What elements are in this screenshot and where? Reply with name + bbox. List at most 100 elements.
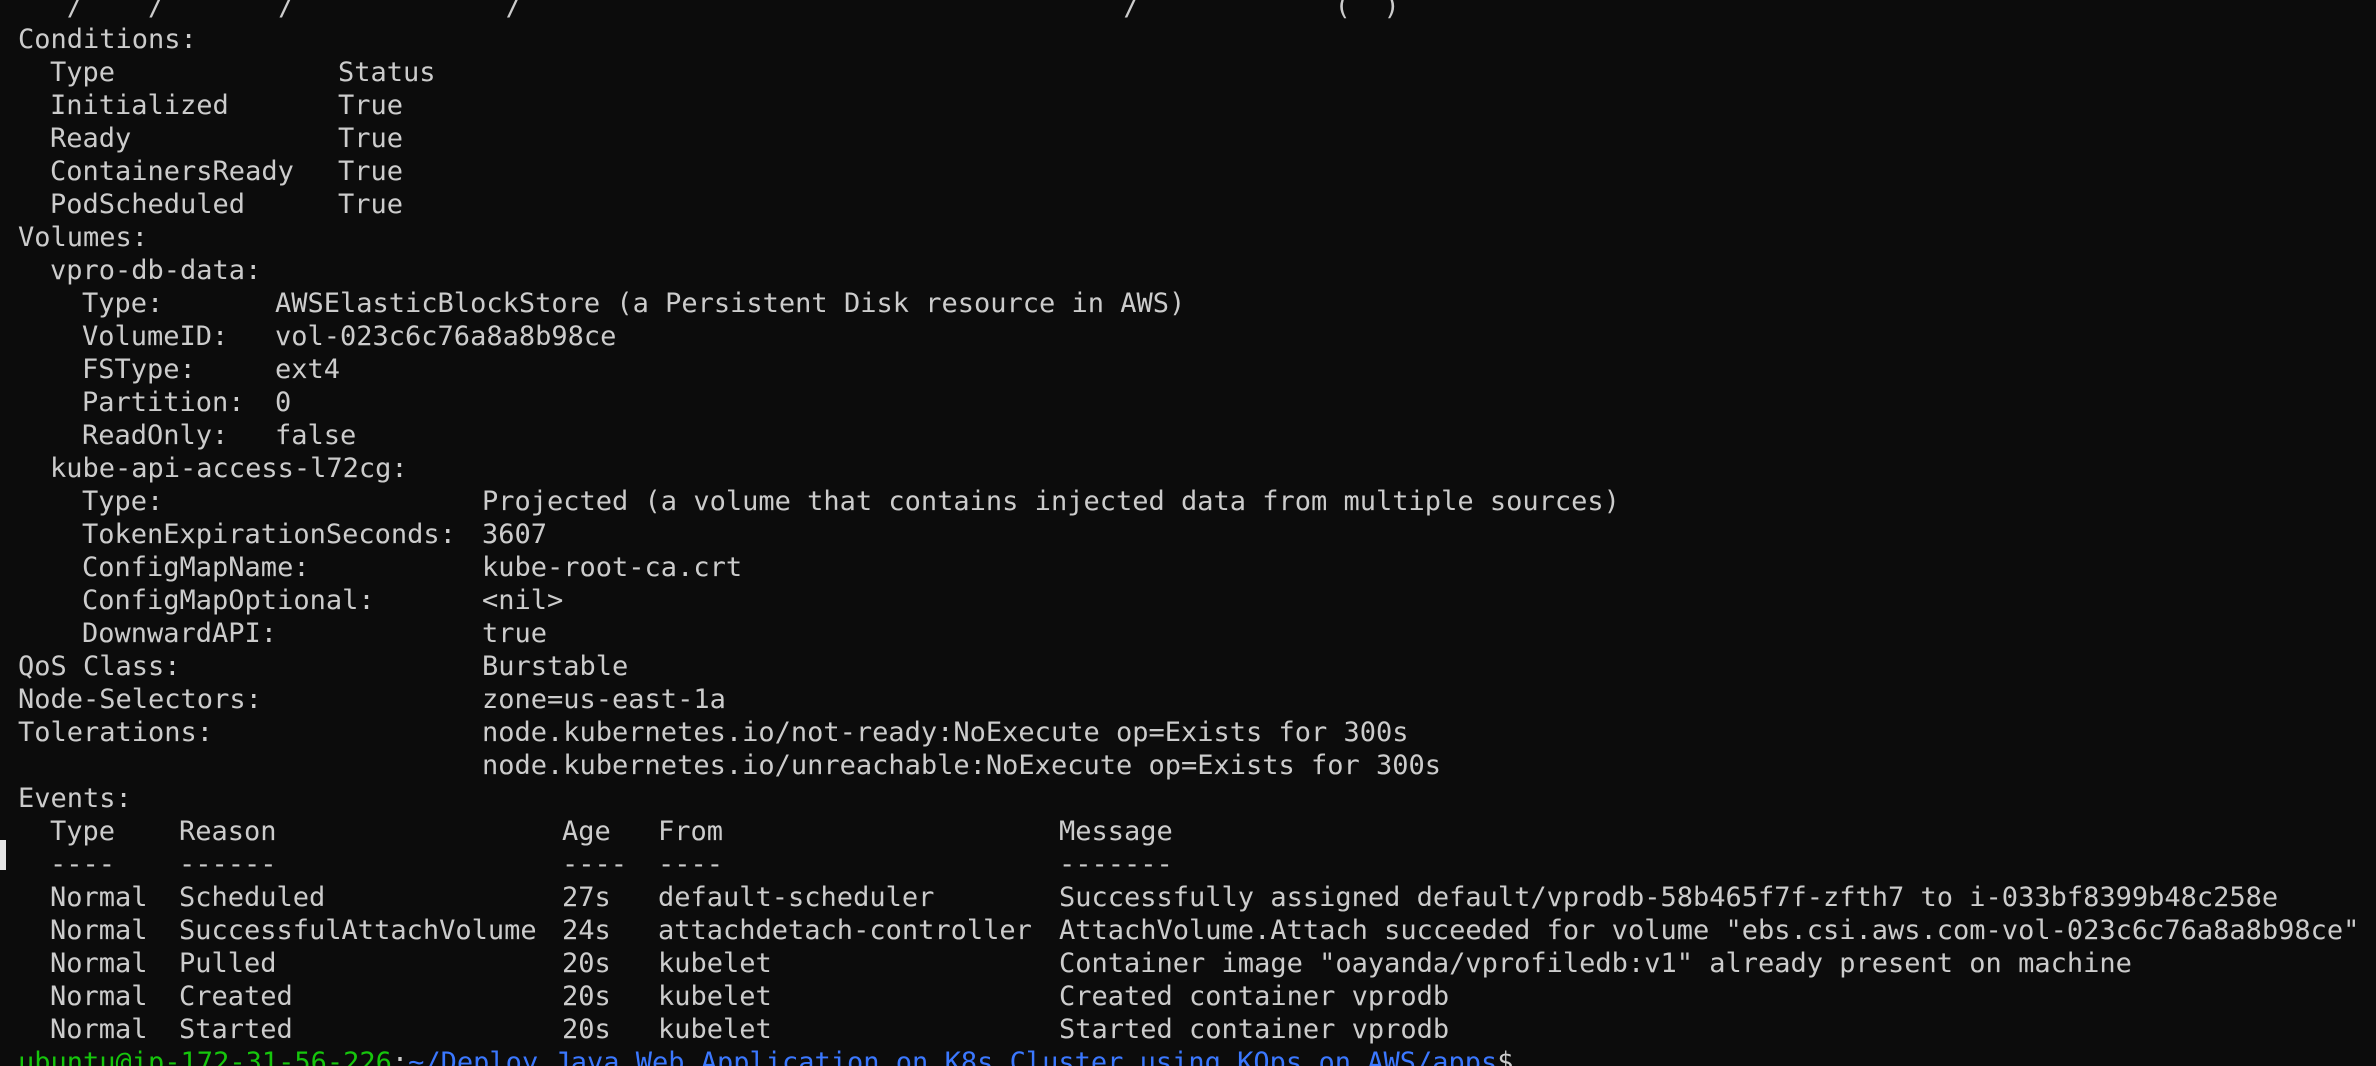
node-selectors-line: Node-Selectors: zone=us-east-1a: [18, 683, 2368, 716]
underline-message: -------: [1059, 849, 1173, 880]
node-selectors-value: zone=us-east-1a: [482, 684, 726, 715]
volume-field: Type: Projected (a volume that contains …: [18, 485, 2368, 518]
condition-row: ContainersReady True: [18, 155, 2368, 188]
volume-field-value: <nil>: [482, 585, 564, 616]
volume-name-text: vpro-db-data:: [50, 255, 262, 286]
volume-field-value: vol-023c6c76a8a8b98ce: [275, 321, 617, 352]
event-row: Normal Scheduled 27s default-scheduler S…: [18, 881, 2368, 914]
volume-field-value: AWSElasticBlockStore (a Persistent Disk …: [275, 288, 1186, 319]
event-reason: SuccessfulAttachVolume: [179, 915, 537, 946]
event-message: Successfully assigned default/vprodb-58b…: [1059, 882, 2279, 913]
events-header-row: Type Reason Age From Message: [18, 815, 2368, 848]
event-from: kubelet: [658, 1014, 772, 1045]
prompt-path: ~/Deploy_Java_Web_Application_on_K8s_Clu…: [408, 1047, 1498, 1066]
event-reason: Created: [179, 981, 293, 1012]
volume-name-text: kube-api-access-l72cg:: [50, 453, 408, 484]
event-from: attachdetach-controller: [658, 915, 1032, 946]
condition-type: Ready: [50, 123, 132, 154]
event-reason: Started: [179, 1014, 293, 1045]
volume-field-key: Type:: [82, 288, 164, 319]
conditions-col-status: Status: [338, 57, 436, 88]
volume-field-value: false: [275, 420, 357, 451]
event-from: kubelet: [658, 948, 772, 979]
volume-field: Type: AWSElasticBlockStore (a Persistent…: [18, 287, 2368, 320]
volume-field-key: ReadOnly:: [82, 420, 229, 451]
events-col-from: From: [658, 816, 724, 847]
volume-field-value: true: [482, 618, 548, 649]
conditions-col-type: Type: [50, 57, 116, 88]
event-message: Started container vprodb: [1059, 1014, 1450, 1045]
scrolled-line: / / / / / ( ): [18, 0, 2368, 23]
event-age: 20s: [562, 1014, 611, 1045]
tolerations-line: Tolerations: node.kubernetes.io/not-read…: [18, 716, 2368, 749]
event-from: default-scheduler: [658, 882, 935, 913]
underline-type: ----: [50, 849, 116, 880]
events-col-age: Age: [562, 816, 611, 847]
shell-prompt-line[interactable]: ubuntu@ip-172-31-56-226:~/Deploy_Java_We…: [18, 1046, 2368, 1066]
prompt-user-host: ubuntu@ip-172-31-56-226: [18, 1047, 392, 1066]
volume-field-value: Projected (a volume that contains inject…: [482, 486, 1620, 517]
event-type: Normal: [50, 1014, 148, 1045]
qos-class-value: Burstable: [482, 651, 629, 682]
condition-row: Ready True: [18, 122, 2368, 155]
condition-status: True: [338, 90, 404, 121]
prompt-separator: :: [391, 1047, 409, 1066]
events-heading: Events:: [18, 782, 2368, 815]
event-message: Container image "oayanda/vprofiledb:v1" …: [1059, 948, 2132, 979]
volume-field-value: 0: [275, 387, 292, 418]
volumes-heading-text: Volumes:: [18, 222, 149, 253]
events-col-type: Type: [50, 816, 116, 847]
event-type: Normal: [50, 915, 148, 946]
events-col-message: Message: [1059, 816, 1173, 847]
volume-field-key: ConfigMapName:: [82, 552, 310, 583]
event-age: 27s: [562, 882, 611, 913]
conditions-header-row: Type Status: [18, 56, 2368, 89]
volume-field: ReadOnly: false: [18, 419, 2368, 452]
terminal-window[interactable]: / / / / / ( ) Conditions: Type Status In…: [0, 0, 2376, 1066]
conditions-heading: Conditions:: [18, 23, 2368, 56]
condition-type: PodScheduled: [50, 189, 246, 220]
condition-type: Initialized: [50, 90, 229, 121]
prompt-symbol: $: [1497, 1047, 1514, 1066]
condition-status: True: [338, 156, 404, 187]
event-row: Normal SuccessfulAttachVolume 24s attach…: [18, 914, 2368, 947]
event-type: Normal: [50, 948, 148, 979]
underline-reason: ------: [179, 849, 277, 880]
qos-class-label: QoS Class:: [18, 651, 181, 682]
events-col-reason: Reason: [179, 816, 277, 847]
event-reason: Scheduled: [179, 882, 326, 913]
event-age: 20s: [562, 981, 611, 1012]
volume-field-key: TokenExpirationSeconds:: [82, 519, 456, 550]
volume-field-key: Type:: [82, 486, 164, 517]
tolerations-line: node.kubernetes.io/unreachable:NoExecute…: [18, 749, 2368, 782]
underline-age: ----: [562, 849, 628, 880]
underline-from: ----: [658, 849, 724, 880]
volume-field-value: 3607: [482, 519, 548, 550]
volume-field-value: kube-root-ca.crt: [482, 552, 743, 583]
toleration-value: node.kubernetes.io/not-ready:NoExecute o…: [482, 717, 1409, 748]
volume-field-value: ext4: [275, 354, 341, 385]
condition-row: PodScheduled True: [18, 188, 2368, 221]
condition-row: Initialized True: [18, 89, 2368, 122]
qos-class-line: QoS Class: Burstable: [18, 650, 2368, 683]
volume-field: VolumeID: vol-023c6c76a8a8b98ce: [18, 320, 2368, 353]
condition-status: True: [338, 189, 404, 220]
volume-field-key: FSType:: [82, 354, 196, 385]
volume-name: kube-api-access-l72cg:: [18, 452, 2368, 485]
left-edge-cursor-mark: [0, 840, 6, 870]
event-type: Normal: [50, 981, 148, 1012]
volume-field: ConfigMapName: kube-root-ca.crt: [18, 551, 2368, 584]
volume-field-key: ConfigMapOptional:: [82, 585, 375, 616]
events-header-underline: ---- ------ ---- ---- -------: [18, 848, 2368, 881]
volume-field-key: DownwardAPI:: [82, 618, 278, 649]
volume-field: DownwardAPI: true: [18, 617, 2368, 650]
terminal-output: / / / / / ( ) Conditions: Type Status In…: [18, 0, 2368, 1066]
volumes-heading: Volumes:: [18, 221, 2368, 254]
event-row: Normal Pulled 20s kubelet Container imag…: [18, 947, 2368, 980]
event-row: Normal Started 20s kubelet Started conta…: [18, 1013, 2368, 1046]
event-age: 20s: [562, 948, 611, 979]
event-type: Normal: [50, 882, 148, 913]
volume-field-key: VolumeID:: [82, 321, 229, 352]
volume-field: Partition: 0: [18, 386, 2368, 419]
tolerations-label: Tolerations:: [18, 717, 214, 748]
